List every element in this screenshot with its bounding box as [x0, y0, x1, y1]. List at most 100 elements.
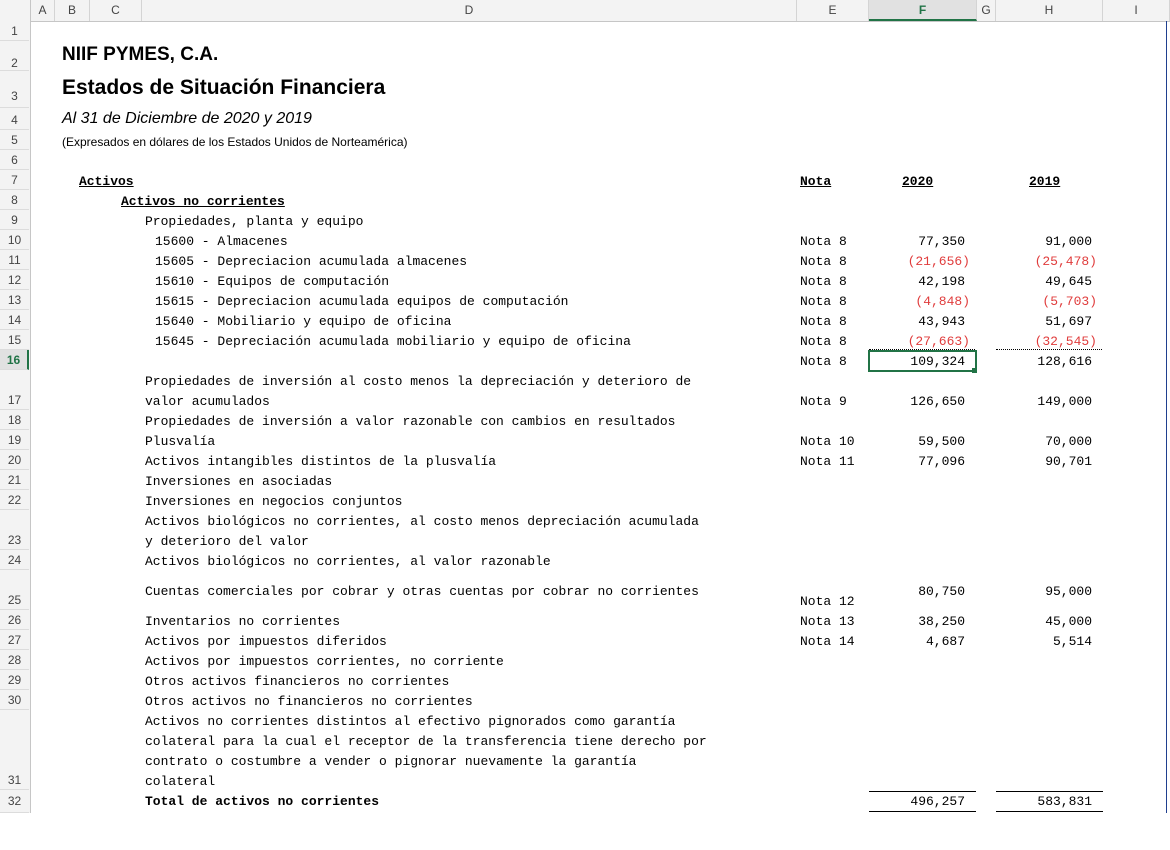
line-2019: 70,000 [1045, 434, 1092, 449]
column-header-e[interactable]: E [797, 0, 869, 21]
row-header[interactable]: 17 [0, 370, 29, 410]
ppe-item-2019: 91,000 [1045, 234, 1092, 249]
line-2019: 95,000 [1045, 584, 1092, 599]
total-2019: 583,831 [1037, 794, 1092, 809]
ppe-item-2020: 77,350 [918, 234, 965, 249]
row-header[interactable]: 6 [0, 150, 29, 170]
row-header[interactable]: 4 [0, 108, 29, 130]
column-header-c[interactable]: C [90, 0, 142, 21]
ppe-item-2019: (25,478) [1034, 254, 1097, 269]
row-header[interactable]: 13 [0, 290, 29, 310]
line-label: Activos biológicos no corrientes, al cos… [145, 514, 699, 529]
line-label: Activos por impuestos diferidos [145, 634, 387, 649]
column-header-a[interactable]: A [31, 0, 55, 21]
line-note: Nota 9 [800, 394, 847, 409]
row-header[interactable]: 7 [0, 170, 29, 190]
row-header[interactable]: 21 [0, 470, 29, 490]
line-label: y deterioro del valor [145, 534, 309, 549]
subsection-header: Activos no corrientes [121, 194, 285, 209]
ppe-item-label: 15640 - Mobiliario y equipo de oficina [155, 314, 452, 329]
row-header[interactable]: 23 [0, 510, 29, 550]
row-header[interactable]: 9 [0, 210, 29, 230]
line-2020: 59,500 [918, 434, 965, 449]
line-label: Inversiones en negocios conjuntos [145, 494, 403, 509]
ppe-item-2020: (21,656) [907, 254, 970, 269]
line-note: Nota 13 [800, 614, 855, 629]
ppe-item-label: 15610 - Equipos de computación [155, 274, 390, 289]
ppe-item-2019: 49,645 [1045, 274, 1092, 289]
total-label: Total de activos no corrientes [145, 794, 380, 809]
ppe-item-label: 15605 - Depreciacion acumulada almacenes [155, 254, 468, 269]
line-2020: 77,096 [918, 454, 965, 469]
column-header-f[interactable]: F [869, 0, 977, 21]
ppe-item-2020: (4,848) [915, 294, 970, 309]
row-header[interactable]: 15 [0, 330, 29, 350]
column-header-b[interactable]: B [55, 0, 90, 21]
currency-note: (Expresados en dólares de los Estados Un… [62, 135, 408, 149]
report-period: Al 31 de Diciembre de 2020 y 2019 [62, 110, 312, 127]
row-header[interactable]: 18 [0, 410, 29, 430]
row-header[interactable]: 32 [0, 790, 29, 813]
row-header[interactable]: 24 [0, 550, 29, 570]
row-header[interactable]: 29 [0, 670, 29, 690]
line-2020: 38,250 [918, 614, 965, 629]
worksheet-grid[interactable]: NIIF PYMES, C.A. Estados de Situación Fi… [31, 22, 1170, 813]
line-label: Activos no corrientes distintos al efect… [145, 714, 676, 729]
line-label: Activos intangibles distintos de la plus… [145, 454, 497, 469]
ppe-item-note: Nota 8 [800, 294, 847, 309]
row-header[interactable]: 27 [0, 630, 29, 650]
section-header: Activos [79, 174, 134, 189]
row-header[interactable]: 30 [0, 690, 29, 710]
line-label: contrato o costumbre a vender o pignorar… [145, 754, 637, 769]
line-label: colateral [145, 774, 216, 789]
line-2019: 45,000 [1045, 614, 1092, 629]
active-cell-selection[interactable] [868, 350, 977, 372]
ppe-item-label: 15615 - Depreciacion acumulada equipos d… [155, 294, 569, 309]
row-header[interactable]: 3 [0, 71, 29, 108]
row-header[interactable]: 8 [0, 190, 29, 210]
ppe-item-label: 15645 - Depreciación acumulada mobiliari… [155, 334, 631, 349]
column-header-h[interactable]: H [996, 0, 1103, 21]
column-header-bar: A B C D E F G H I [0, 0, 1170, 22]
ppe-item-2019: 51,697 [1045, 314, 1092, 329]
column-header-i[interactable]: I [1103, 0, 1170, 21]
row-header[interactable]: 25 [0, 570, 29, 610]
row-header[interactable]: 2 [0, 41, 29, 71]
company-name: NIIF PYMES, C.A. [62, 44, 219, 65]
row-header[interactable]: 1 [0, 21, 29, 41]
row-header[interactable]: 5 [0, 130, 29, 150]
line-note: Nota 10 [800, 434, 855, 449]
row-header[interactable]: 26 [0, 610, 29, 630]
ppe-item-2020: 43,943 [918, 314, 965, 329]
note-column-header: Nota [800, 174, 832, 189]
row-header-selected[interactable]: 16 [0, 350, 29, 370]
line-note: Nota 14 [800, 634, 855, 649]
row-header[interactable]: 11 [0, 250, 29, 270]
row-header[interactable]: 19 [0, 430, 29, 450]
report-title: Estados de Situación Financiera [62, 76, 386, 99]
line-label: Inversiones en asociadas [145, 474, 333, 489]
line-label: valor acumulados [145, 394, 270, 409]
line-label: Inventarios no corrientes [145, 614, 341, 629]
year-2020-header: 2020 [902, 174, 934, 189]
line-2019: 5,514 [1052, 634, 1092, 649]
row-header[interactable]: 22 [0, 490, 29, 510]
line-label: Activos biológicos no corrientes, al val… [145, 554, 551, 569]
row-header[interactable]: 12 [0, 270, 29, 290]
row-header[interactable]: 14 [0, 310, 29, 330]
fill-handle[interactable] [972, 368, 977, 373]
line-label: Activos por impuestos corrientes, no cor… [145, 654, 504, 669]
ppe-item-note: Nota 8 [800, 254, 847, 269]
total-double-rule [869, 811, 976, 812]
ppe-item-2019: (5,703) [1042, 294, 1097, 309]
select-all-corner[interactable] [0, 0, 31, 21]
ppe-item-label: 15600 - Almacenes [155, 234, 288, 249]
total-2020: 496,257 [910, 794, 965, 809]
row-header[interactable]: 20 [0, 450, 29, 470]
column-header-d[interactable]: D [142, 0, 797, 21]
column-header-g[interactable]: G [977, 0, 996, 21]
ppe-subtotal-note: Nota 8 [800, 354, 847, 369]
row-header[interactable]: 31 [0, 710, 29, 790]
row-header[interactable]: 28 [0, 650, 29, 670]
row-header[interactable]: 10 [0, 230, 29, 250]
